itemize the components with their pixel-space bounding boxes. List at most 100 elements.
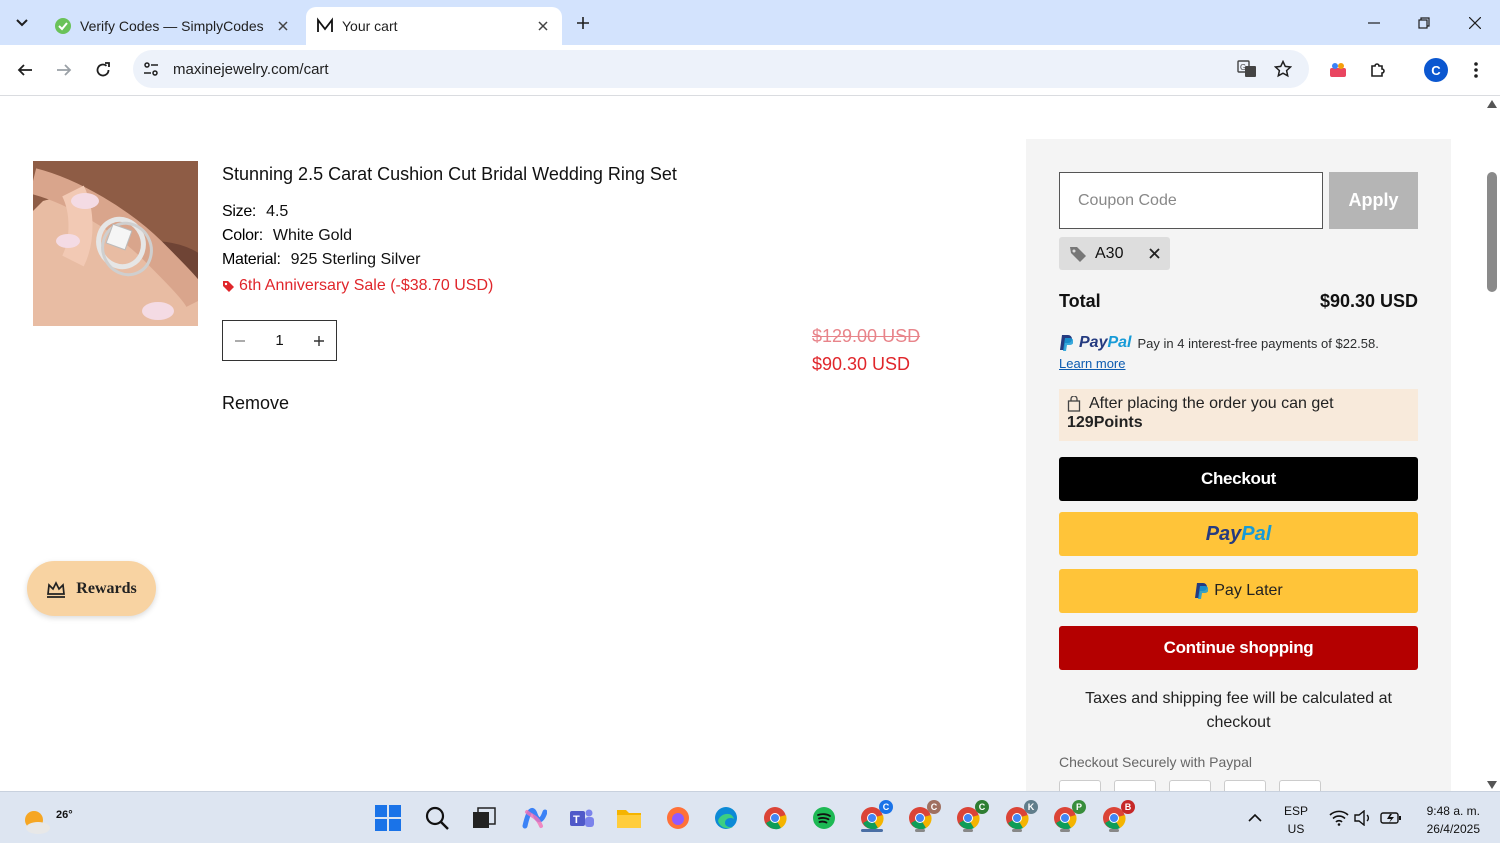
final-price: $90.30 USD — [812, 354, 911, 374]
attr-label: Color: — [222, 227, 263, 244]
paypal-checkout-button[interactable]: Pay Pal — [1059, 512, 1418, 556]
battery-charging-icon — [1380, 812, 1401, 824]
translate-icon[interactable]: G — [1237, 60, 1257, 78]
paypal-message-text: Pay in 4 interest-free payments of $22.5… — [1137, 335, 1379, 351]
apply-coupon-button[interactable]: Apply — [1329, 172, 1418, 229]
decrease-quantity-button[interactable] — [223, 321, 257, 360]
site-info-icon[interactable] — [143, 61, 159, 77]
attr-value: 925 Sterling Silver — [290, 251, 421, 268]
tax-shipping-note: Taxes and shipping fee will be calculate… — [1085, 690, 1392, 731]
scroll-down-arrow-icon[interactable] — [1487, 781, 1497, 789]
paypal-pay-later-button[interactable]: Pay Later — [1059, 569, 1418, 613]
tab-title: Your cart — [342, 18, 398, 34]
show-hidden-icons-button[interactable] — [1238, 801, 1272, 835]
attr-material: Material: 925 Sterling Silver — [222, 251, 421, 269]
mastercard-card-icon — [1169, 780, 1211, 791]
spotify-button[interactable] — [807, 801, 841, 835]
file-explorer-button[interactable] — [612, 801, 646, 835]
paypal-card-icon — [1059, 780, 1101, 791]
paypal-pay-in-4-message: PayPal Pay in 4 interest-free payments o… — [1059, 334, 1379, 352]
svg-text:G: G — [1240, 63, 1246, 72]
paypal-logo-b: Pal — [1107, 334, 1132, 351]
restore-button[interactable] — [1409, 8, 1439, 38]
address-bar[interactable]: maxinejewelry.com/cart G — [133, 50, 1309, 88]
scroll-up-arrow-icon[interactable] — [1487, 100, 1497, 108]
input-language-indicator[interactable]: ESP US — [1284, 802, 1308, 838]
extension-simplycodes-button[interactable] — [1323, 55, 1353, 85]
remove-link[interactable]: Remove — [222, 393, 289, 414]
increase-quantity-button[interactable] — [302, 321, 336, 360]
back-button[interactable] — [10, 55, 40, 85]
windows-taskbar: 26° T C C C K P B ESP US 9:48 a. m. 26/4… — [0, 791, 1500, 843]
speaker-icon — [1354, 810, 1369, 826]
attr-color: Color: White Gold — [222, 227, 352, 245]
arrow-left-icon — [17, 64, 32, 76]
copilot-button[interactable] — [517, 801, 551, 835]
browser-toolbar: maxinejewelry.com/cart G C — [0, 45, 1500, 96]
profile-badge: K — [1024, 800, 1038, 814]
battery-button[interactable] — [1374, 801, 1408, 835]
rewards-button[interactable]: Rewards — [27, 561, 156, 616]
payment-card-icons — [1059, 780, 1321, 791]
total-label: Total — [1059, 291, 1101, 311]
start-button[interactable] — [371, 801, 405, 835]
chrome-profile-5-button[interactable]: P — [1048, 800, 1086, 835]
coupon-code: A30 — [1095, 244, 1124, 262]
edge-button[interactable] — [709, 801, 743, 835]
profile-avatar[interactable]: C — [1424, 58, 1448, 82]
url-text[interactable]: maxinejewelry.com/cart — [173, 61, 329, 78]
weather-widget[interactable]: 26° — [20, 800, 73, 836]
task-view-button[interactable] — [467, 801, 501, 835]
tab-close-button[interactable] — [530, 13, 556, 39]
running-indicator — [963, 829, 973, 832]
close-icon — [538, 21, 548, 31]
points-banner: After placing the order you can get 129P… — [1059, 389, 1418, 441]
taskbar-search-button[interactable] — [420, 801, 454, 835]
system-clock[interactable]: 9:48 a. m. 26/4/2025 — [1414, 802, 1480, 838]
learn-more-link[interactable]: Learn more — [1059, 356, 1125, 371]
chrome-profile-4-button[interactable]: K — [1000, 800, 1038, 835]
maxine-m-icon — [317, 17, 333, 32]
tab-search-button[interactable] — [9, 9, 35, 35]
minimize-button[interactable] — [1359, 8, 1389, 38]
tag-icon — [1070, 246, 1086, 262]
chrome-profile-1-button[interactable]: C — [855, 800, 893, 835]
continue-shopping-button[interactable]: Continue shopping — [1059, 626, 1418, 670]
forward-button[interactable] — [49, 55, 79, 85]
chrome-profile-3-button[interactable]: C — [951, 800, 989, 835]
product-image[interactable] — [33, 161, 198, 326]
quantity-value[interactable]: 1 — [257, 332, 302, 349]
copilot-icon — [522, 807, 547, 829]
coupon-input[interactable]: Coupon Code — [1059, 172, 1323, 229]
product-title[interactable]: Stunning 2.5 Carat Cushion Cut Bridal We… — [222, 164, 677, 185]
profile-badge: C — [975, 800, 989, 814]
discount-note: 6th Anniversary Sale (-$38.70 USD) — [222, 277, 493, 295]
visa-card-icon — [1114, 780, 1156, 791]
paypal-logo: PayPal — [1079, 334, 1131, 352]
chrome-profile-6-button[interactable]: B — [1097, 800, 1135, 835]
chrome-profile-2-button[interactable]: C — [903, 800, 941, 835]
remove-coupon-icon[interactable] — [1149, 248, 1160, 259]
chrome-button[interactable] — [758, 801, 792, 835]
close-window-button[interactable] — [1460, 8, 1490, 38]
minimize-icon — [1368, 22, 1380, 24]
extensions-button[interactable] — [1363, 55, 1393, 85]
browser-menu-button[interactable] — [1461, 55, 1491, 85]
tab-close-button[interactable] — [270, 13, 296, 39]
firefox-button[interactable] — [661, 801, 695, 835]
teams-button[interactable]: T — [565, 801, 599, 835]
scrollbar-thumb[interactable] — [1487, 172, 1497, 292]
search-icon — [425, 806, 449, 830]
new-tab-button[interactable] — [570, 10, 596, 36]
tab-simplycodes[interactable]: Verify Codes — SimplyCodes — [44, 7, 302, 45]
bookmark-star-icon[interactable] — [1274, 60, 1292, 78]
running-indicator — [1012, 829, 1022, 832]
checkout-button[interactable]: Checkout — [1059, 457, 1418, 501]
reload-button[interactable] — [88, 55, 118, 85]
teams-icon: T — [570, 809, 594, 827]
attr-label: Size: — [222, 203, 257, 220]
secure-checkout-label: Checkout Securely with Paypal — [1059, 754, 1252, 770]
attr-value: White Gold — [272, 227, 353, 244]
total-value: $90.30 USD — [1319, 291, 1418, 311]
tab-your-cart[interactable]: Your cart — [306, 7, 562, 45]
